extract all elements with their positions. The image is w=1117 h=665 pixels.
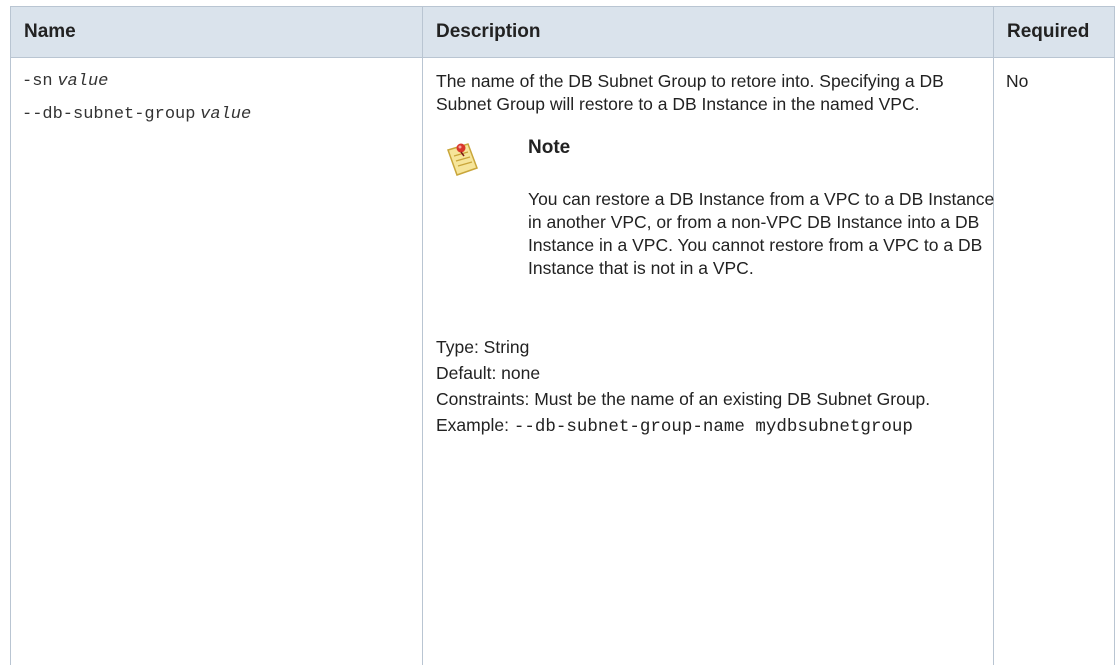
column-header-name: Name bbox=[11, 7, 423, 58]
column-header-description: Description bbox=[423, 7, 994, 58]
example-line: Example: --db-subnet-group-name mydbsubn… bbox=[436, 414, 981, 439]
example-label: Example: bbox=[436, 415, 509, 435]
default-line: Default: none bbox=[436, 362, 981, 385]
option-flag: -sn bbox=[22, 72, 53, 91]
short-option: -sn value bbox=[22, 70, 422, 92]
option-arg: value bbox=[200, 105, 251, 124]
example-code: --db-subnet-group-name mydbsubnetgroup bbox=[514, 417, 913, 437]
column-header-required: Required bbox=[994, 7, 1115, 58]
option-arg: value bbox=[57, 72, 108, 91]
description-cell: The name of the DB Subnet Group to retor… bbox=[423, 58, 994, 665]
note-callout: Note You can restore a DB Instance from … bbox=[436, 116, 981, 336]
name-cell: -sn value --db-subnet-group value bbox=[11, 58, 423, 665]
table-row: -sn value --db-subnet-group value The na… bbox=[11, 58, 1115, 665]
long-option: --db-subnet-group value bbox=[22, 103, 422, 125]
description-text: The name of the DB Subnet Group to retor… bbox=[436, 70, 984, 116]
option-flag: --db-subnet-group bbox=[22, 105, 195, 124]
required-cell: No bbox=[994, 58, 1115, 665]
parameters-table: Name Description Required -sn value --db… bbox=[10, 6, 1115, 665]
note-title: Note bbox=[528, 136, 570, 159]
note-body: You can restore a DB Instance from a VPC… bbox=[528, 188, 998, 280]
constraints-line: Constraints: Must be the name of an exis… bbox=[436, 388, 981, 411]
type-line: Type: String bbox=[436, 336, 981, 359]
note-pad-icon bbox=[444, 140, 480, 178]
table-header-row: Name Description Required bbox=[11, 7, 1115, 58]
